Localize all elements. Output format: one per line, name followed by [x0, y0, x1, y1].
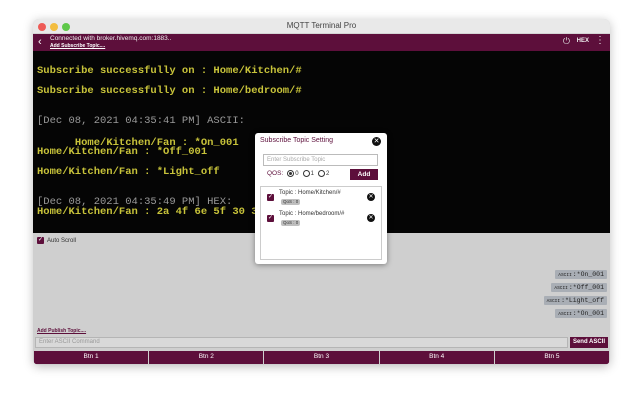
more-menu-icon[interactable]: ⋮	[595, 36, 605, 46]
macro-button-3[interactable]: Btn 3	[264, 351, 379, 364]
terminal-line: Subscribe successfully on : Home/bedroom…	[37, 85, 302, 97]
window-title: MQTT Terminal Pro	[286, 21, 357, 30]
delete-topic-icon[interactable]: ✕	[367, 193, 375, 201]
close-icon[interactable]: ✕	[372, 137, 381, 146]
command-row: Enter ASCII Command Send ASCII	[33, 336, 610, 350]
qos-radio-2[interactable]	[317, 170, 325, 177]
auto-scroll-label: Auto Scroll	[47, 237, 77, 244]
title-bar: MQTT Terminal Pro	[33, 19, 610, 34]
add-topic-button[interactable]: Add	[350, 169, 378, 180]
delete-topic-icon[interactable]: ✕	[367, 214, 375, 222]
checkbox-checked-icon[interactable]: ✓	[37, 237, 44, 244]
terminal-line: Home/Kitchen/Fan : *Off_001	[37, 146, 208, 158]
chip-text: :*Light_off	[561, 297, 604, 304]
macro-button-1[interactable]: Btn 1	[34, 351, 149, 364]
back-arrow-icon[interactable]: ‹	[38, 36, 42, 48]
qos-radio-1[interactable]	[302, 170, 310, 177]
chip-text: :*Off_001	[568, 284, 604, 291]
sent-message-chip[interactable]: ASCII:*Off_001	[551, 283, 607, 292]
chip-prefix: ASCII	[558, 312, 572, 317]
dialog-title: Subscribe Topic Setting	[260, 137, 334, 144]
list-item: ✓ Topic : Home/Kitchen/# QoS : 0 ✕	[261, 189, 381, 208]
add-publish-topic-link[interactable]: Add Publish Topic....	[37, 328, 86, 334]
sent-message-chip[interactable]: ASCII:*On_001	[555, 309, 607, 318]
macro-button-2[interactable]: Btn 2	[149, 351, 264, 364]
checkbox-checked-icon[interactable]: ✓	[267, 194, 274, 201]
connection-status: Connected with broker.hivemq.com:1883..	[50, 35, 172, 42]
qos-option-label: 0	[295, 170, 299, 177]
qos-badge: QoS : 0	[281, 220, 301, 226]
subscribed-topic-list: ✓ Topic : Home/Kitchen/# QoS : 0 ✕ ✓ Top…	[260, 186, 382, 260]
terminal-line: Home/Kitchen/Fan : *Light_off	[37, 166, 220, 178]
auto-scroll-toggle[interactable]: ✓ Auto Scroll	[37, 237, 76, 244]
qos-radio-0[interactable]	[287, 170, 295, 177]
chip-text: :*On_001	[572, 310, 604, 317]
topic-name: Topic : Home/bedroom/#	[279, 211, 345, 217]
power-icon[interactable]: ⏻	[563, 36, 570, 47]
qos-label: QOS:	[267, 170, 284, 177]
app-bar: ‹ Connected with broker.hivemq.com:1883.…	[33, 34, 610, 51]
add-subscribe-topic-link[interactable]: Add Subscribe Topic....	[50, 43, 105, 49]
macro-button-4[interactable]: Btn 4	[379, 351, 494, 364]
macro-button-5[interactable]: Btn 5	[494, 351, 610, 364]
chip-text: :*On_001	[572, 271, 604, 278]
qos-option-label: 1	[310, 170, 314, 177]
hex-toggle[interactable]: HEX	[577, 38, 589, 44]
qos-option-label: 2	[325, 170, 330, 177]
list-item: ✓ Topic : Home/bedroom/# QoS : 0 ✕	[261, 210, 381, 229]
subscribe-topic-dialog: Subscribe Topic Setting ✕ Enter Subscrib…	[255, 133, 387, 264]
topic-name: Topic : Home/Kitchen/#	[279, 190, 341, 196]
qos-badge: QoS : 0	[281, 199, 301, 205]
macro-button-row: Btn 1 Btn 2 Btn 3 Btn 4 Btn 5	[33, 351, 610, 364]
sent-message-chip[interactable]: ASCII:*Light_off	[543, 296, 607, 305]
chip-prefix: ASCII	[554, 286, 568, 291]
subscribe-topic-input[interactable]: Enter Subscribe Topic	[263, 154, 378, 166]
qos-selector: QOS: 0 1 2	[267, 170, 329, 177]
chip-prefix: ASCII	[558, 273, 572, 278]
checkbox-checked-icon[interactable]: ✓	[267, 215, 274, 222]
sent-message-chip[interactable]: ASCII:*On_001	[555, 270, 607, 279]
send-ascii-button[interactable]: Send ASCII	[570, 337, 608, 348]
terminal-line: Home/Kitchen/Fan : 2a 4f 6e 5f 30 30	[37, 206, 264, 218]
terminal-line: Subscribe successfully on : Home/Kitchen…	[37, 65, 302, 77]
chip-prefix: ASCII	[546, 299, 561, 304]
command-input[interactable]: Enter ASCII Command	[35, 337, 568, 348]
